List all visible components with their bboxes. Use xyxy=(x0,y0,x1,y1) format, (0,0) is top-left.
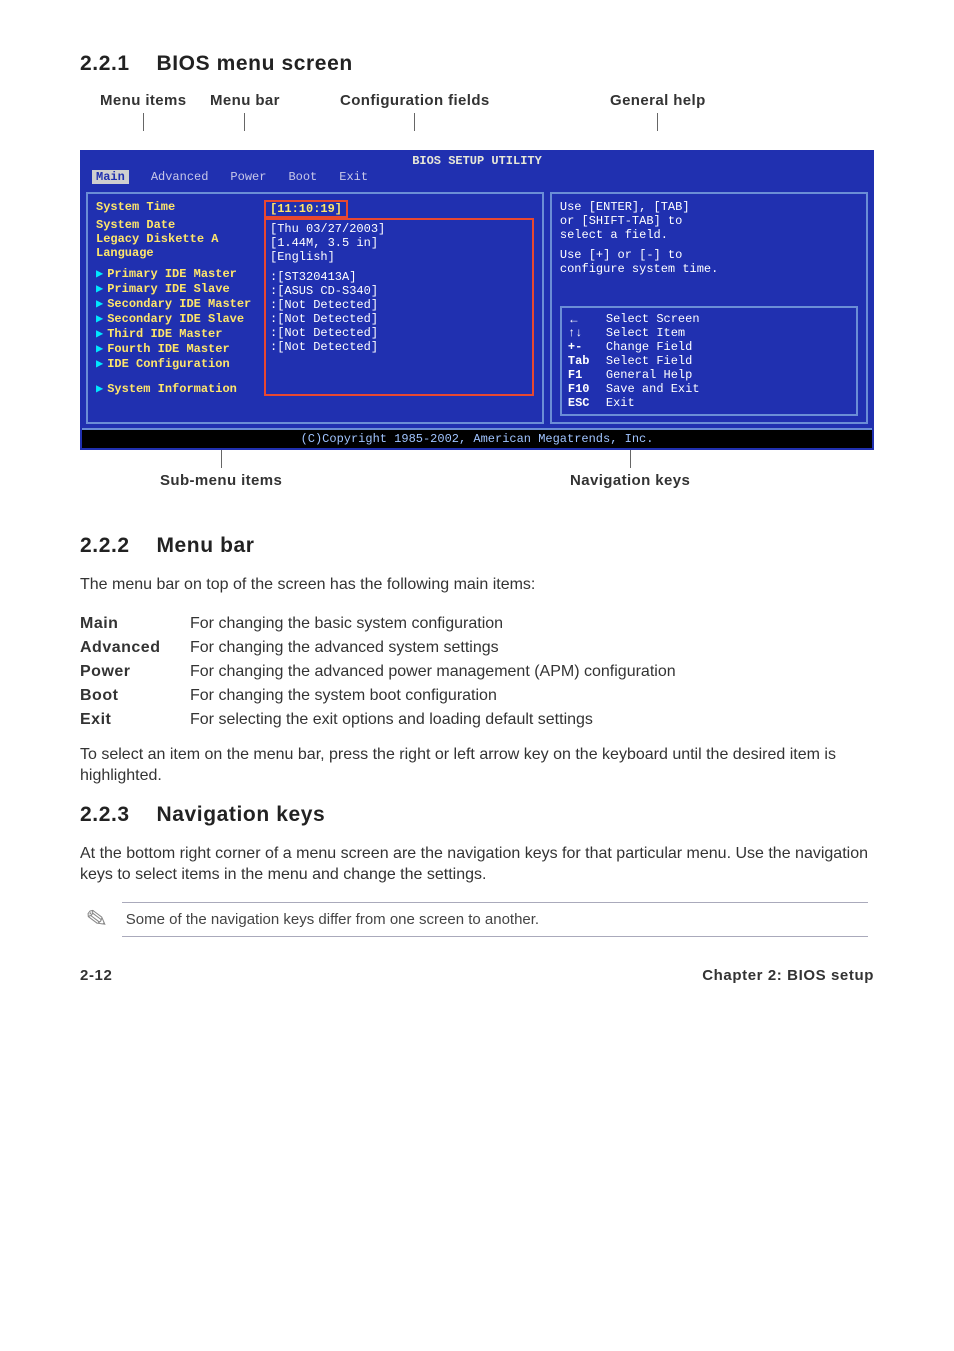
submenu-arrow-icon: ▶ xyxy=(96,282,103,296)
bios-menubar: Main Advanced Power Boot Exit xyxy=(82,168,872,188)
submenu-arrow-icon: ▶ xyxy=(96,382,103,396)
callout-menu-items: Menu items xyxy=(100,92,187,109)
field-value: [Thu 03/27/2003] xyxy=(270,222,528,236)
field-label[interactable]: Language xyxy=(96,246,268,260)
nav-para: At the bottom right corner of a menu scr… xyxy=(80,843,874,886)
heading-bios-menu-screen: 2.2.1 BIOS menu screen xyxy=(80,52,874,76)
submenu-item[interactable]: Primary IDE Slave xyxy=(107,282,229,296)
callout-submenu-items: Sub-menu items xyxy=(160,472,282,489)
submenu-item[interactable]: Secondary IDE Master xyxy=(107,297,251,311)
menubar-para: To select an item on the menu bar, press… xyxy=(80,744,874,787)
bios-screenshot: BIOS SETUP UTILITY Main Advanced Power B… xyxy=(80,150,874,450)
item-name: Exit xyxy=(80,708,190,732)
help-text: Use [ENTER], [TAB] xyxy=(560,200,858,214)
nav-desc: Save and Exit xyxy=(606,382,700,396)
submenu-item[interactable]: IDE Configuration xyxy=(107,357,229,371)
help-text: configure system time. xyxy=(560,262,858,276)
submenu-item[interactable]: Fourth IDE Master xyxy=(107,342,229,356)
bottom-callouts: Sub-menu items Navigation keys xyxy=(80,450,874,498)
callout-menu-bar: Menu bar xyxy=(210,92,280,109)
heading-menu-bar: 2.2.2 Menu bar xyxy=(80,534,874,558)
submenu-item[interactable]: System Information xyxy=(107,382,237,396)
nav-desc: Select Screen xyxy=(606,312,700,326)
note-text: Some of the navigation keys differ from … xyxy=(122,902,868,937)
nav-key: +- xyxy=(568,340,598,354)
bios-tab-advanced[interactable]: Advanced xyxy=(151,170,209,184)
callout-nav-keys: Navigation keys xyxy=(570,472,690,489)
bios-left-panel: System Time [11:10:19] System Date Legac… xyxy=(86,192,544,424)
bios-title: BIOS SETUP UTILITY xyxy=(82,152,872,168)
item-desc: For changing the advanced power manageme… xyxy=(190,660,874,684)
callout-general-help: General help xyxy=(610,92,706,109)
heading-title: Menu bar xyxy=(156,534,254,557)
field-value[interactable]: [11:10:19] xyxy=(264,200,348,218)
submenu-arrow-icon: ▶ xyxy=(96,312,103,326)
item-name: Advanced xyxy=(80,636,190,660)
help-text: or [SHIFT-TAB] to xyxy=(560,214,858,228)
field-value: :[ST320413A] xyxy=(270,270,528,284)
nav-desc: Exit xyxy=(606,396,635,410)
item-name: Power xyxy=(80,660,190,684)
field-label[interactable]: System Time xyxy=(96,200,268,218)
nav-key: Tab xyxy=(568,354,598,368)
nav-key: F1 xyxy=(568,368,598,382)
field-value: [English] xyxy=(270,250,528,264)
nav-key: ESC xyxy=(568,396,598,410)
nav-desc: Select Item xyxy=(606,326,685,340)
nav-key: F10 xyxy=(568,382,598,396)
heading-navigation-keys: 2.2.3 Navigation keys xyxy=(80,803,874,827)
submenu-arrow-icon: ▶ xyxy=(96,327,103,341)
submenu-item[interactable]: Primary IDE Master xyxy=(107,267,237,281)
note-box: ✎ Some of the navigation keys differ fro… xyxy=(80,902,874,937)
nav-desc: Change Field xyxy=(606,340,692,354)
nav-key: ↑↓ xyxy=(568,326,598,340)
field-value: :[Not Detected] xyxy=(270,312,528,326)
submenu-arrow-icon: ▶ xyxy=(96,342,103,356)
heading-num: 2.2.3 xyxy=(80,803,150,827)
item-desc: For selecting the exit options and loadi… xyxy=(190,708,874,732)
navigation-keys-box: ← Select Screen ↑↓ Select Item +- Change Fi… xyxy=(560,306,858,416)
field-value: [1.44M, 3.5 in] xyxy=(270,236,528,250)
field-value: :[Not Detected] xyxy=(270,326,528,340)
submenu-arrow-icon: ▶ xyxy=(96,297,103,311)
heading-num: 2.2.2 xyxy=(80,534,150,558)
top-callouts: Menu items Menu bar Configuration fields… xyxy=(80,92,874,150)
field-label[interactable]: System Date xyxy=(96,218,268,232)
heading-title: Navigation keys xyxy=(156,803,325,826)
bios-right-panel: Use [ENTER], [TAB] or [SHIFT-TAB] to sel… xyxy=(550,192,868,424)
callout-config-fields: Configuration fields xyxy=(340,92,490,109)
submenu-item[interactable]: Third IDE Master xyxy=(107,327,222,341)
bios-tab-main[interactable]: Main xyxy=(92,170,129,184)
submenu-arrow-icon: ▶ xyxy=(96,357,103,371)
submenu-item[interactable]: Secondary IDE Slave xyxy=(107,312,244,326)
item-desc: For changing the system boot configurati… xyxy=(190,684,874,708)
bios-footer: (C)Copyright 1985-2002, American Megatre… xyxy=(82,428,872,448)
item-name: Main xyxy=(80,612,190,636)
item-desc: For changing the basic system configurat… xyxy=(190,612,874,636)
item-name: Boot xyxy=(80,684,190,708)
submenu-arrow-icon: ▶ xyxy=(96,267,103,281)
bios-tab-boot[interactable]: Boot xyxy=(288,170,317,184)
help-text: Use [+] or [-] to xyxy=(560,248,858,262)
help-text: select a field. xyxy=(560,228,858,242)
menubar-intro: The menu bar on top of the screen has th… xyxy=(80,574,874,596)
field-label[interactable]: Legacy Diskette A xyxy=(96,232,268,246)
heading-title: BIOS menu screen xyxy=(156,52,352,75)
field-value: :[Not Detected] xyxy=(270,340,528,354)
pencil-icon: ✎ xyxy=(84,903,110,937)
nav-key: ← xyxy=(568,312,598,326)
field-value: :[Not Detected] xyxy=(270,298,528,312)
item-desc: For changing the advanced system setting… xyxy=(190,636,874,660)
chapter-title: Chapter 2: BIOS setup xyxy=(702,967,874,984)
bios-tab-exit[interactable]: Exit xyxy=(339,170,368,184)
nav-desc: Select Field xyxy=(606,354,692,368)
nav-desc: General Help xyxy=(606,368,692,382)
field-value: :[ASUS CD-S340] xyxy=(270,284,528,298)
menubar-items-table: MainFor changing the basic system config… xyxy=(80,612,874,732)
heading-num: 2.2.1 xyxy=(80,52,150,76)
page-footer: 2-12 Chapter 2: BIOS setup xyxy=(80,967,874,984)
bios-tab-power[interactable]: Power xyxy=(230,170,266,184)
page-number: 2-12 xyxy=(80,967,112,984)
